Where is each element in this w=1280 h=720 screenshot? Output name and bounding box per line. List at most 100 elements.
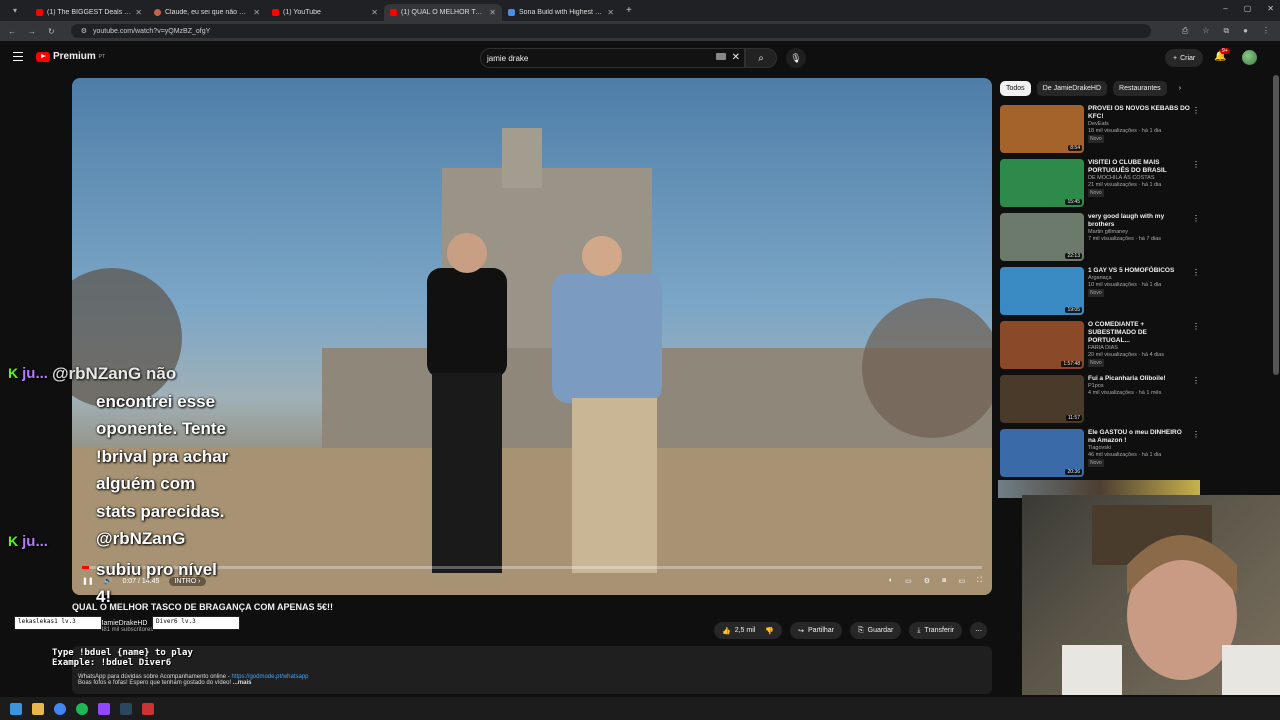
recommendation-item[interactable]: 11:57 Fui a Picanharia Oliboile! P1pos 4 mi… xyxy=(1000,375,1200,427)
close-tab-icon[interactable]: ✕ xyxy=(253,8,260,17)
search-button[interactable]: ⌕ xyxy=(745,48,777,68)
more-options-icon[interactable]: ⋮ xyxy=(1192,107,1200,115)
reload-icon[interactable]: ↻ xyxy=(48,27,55,36)
browser-tab[interactable]: Sona Build with Highest Winrat ✕ xyxy=(502,4,620,21)
like-button[interactable]: 👍 2,5 mil 👎 xyxy=(714,622,783,639)
video-thumbnail[interactable]: 11:57 xyxy=(1000,375,1084,423)
browser-tab[interactable]: Claude, eu sei que não és p ✕ xyxy=(148,4,266,21)
filter-chip[interactable]: Restaurantes xyxy=(1113,81,1167,96)
close-tab-icon[interactable]: ✕ xyxy=(135,8,142,17)
subtitles-icon[interactable]: ▭ xyxy=(905,577,912,585)
show-more-link[interactable]: ...mais xyxy=(233,680,252,686)
chrome-icon[interactable] xyxy=(54,702,66,715)
app-icon[interactable] xyxy=(98,702,110,715)
new-tab-button[interactable]: + xyxy=(626,5,632,16)
recommendation-channel[interactable]: P1pos xyxy=(1088,383,1200,390)
theater-icon[interactable]: ▭ xyxy=(958,577,965,585)
video-thumbnail[interactable]: 22:13 xyxy=(1000,213,1084,261)
recommendation-channel[interactable]: Tiagovski xyxy=(1088,445,1200,452)
extensions-icon[interactable]: ⧉ xyxy=(1223,26,1229,36)
video-thumbnail[interactable]: 1:57:48 xyxy=(1000,321,1084,369)
more-options-icon[interactable]: ⋮ xyxy=(1192,431,1200,439)
more-options-icon[interactable]: ⋮ xyxy=(1192,269,1200,277)
profile-icon[interactable]: ● xyxy=(1243,26,1248,36)
spotify-icon[interactable] xyxy=(76,702,88,715)
autoplay-toggle-icon[interactable]: ◐ xyxy=(889,577,893,585)
more-actions-button[interactable]: ⋯ xyxy=(970,622,988,639)
page-scrollbar[interactable] xyxy=(1273,75,1279,375)
file-explorer-icon[interactable] xyxy=(32,702,44,715)
video-thumbnail[interactable]: 20:36 xyxy=(1000,429,1084,477)
logo-region: PT xyxy=(98,53,106,60)
windows-start-icon[interactable] xyxy=(10,702,22,715)
filter-chip[interactable]: De JamieDrakeHD xyxy=(1036,81,1108,96)
create-label: Criar xyxy=(1180,54,1196,62)
avatar[interactable] xyxy=(1242,50,1257,65)
share-button[interactable]: ↪ Partilhar xyxy=(790,622,843,639)
description-line-2: Boas fofos e fofas! Espero que tenham go… xyxy=(78,680,232,686)
settings-icon[interactable]: ⚙ xyxy=(924,577,930,585)
close-window-icon[interactable]: ✕ xyxy=(1267,4,1274,13)
recommendation-title[interactable]: O COMEDIANTE + SUBESTIMADO DE PORTUGAL..… xyxy=(1088,321,1200,345)
back-icon[interactable]: ← xyxy=(8,27,16,36)
notifications-button[interactable]: 🔔 9+ xyxy=(1214,48,1230,62)
more-options-icon[interactable]: ⋮ xyxy=(1192,377,1200,385)
recommendation-channel[interactable]: Arganaça xyxy=(1088,275,1200,282)
maximize-icon[interactable]: ▢ xyxy=(1244,4,1252,13)
video-thumbnail[interactable]: 15:45 xyxy=(1000,159,1084,207)
close-tab-icon[interactable]: ✕ xyxy=(607,8,614,17)
voice-search-button[interactable]: 🎙 xyxy=(786,48,806,68)
youtube-logo[interactable]: Premium PT xyxy=(36,51,105,62)
thumbs-down-icon[interactable]: 👎 xyxy=(765,627,774,635)
save-button[interactable]: ⎘ Guardar xyxy=(850,622,902,639)
bookmark-star-icon[interactable]: ☆ xyxy=(1202,26,1209,36)
recommendation-title[interactable]: VISITEI O CLUBE MAIS PORTUGUÊS DO BRASIL xyxy=(1088,159,1200,175)
recommendation-title[interactable]: Fui a Picanharia Oliboile! xyxy=(1088,375,1200,383)
recommendation-title[interactable]: very good laugh with my brothers xyxy=(1088,213,1200,229)
download-button[interactable]: ⤓ Transferir xyxy=(909,622,963,639)
recommendation-meta: 18 mil visualizações · há 1 dia xyxy=(1088,128,1162,134)
description-box[interactable]: WhatsApp para dúvidas sobre Acompanhamen… xyxy=(72,646,992,694)
site-info-icon[interactable]: ⚙ xyxy=(81,27,87,35)
recommendation-channel[interactable]: DE MOCHILA ÀS COSTAS xyxy=(1088,175,1200,182)
forward-icon[interactable]: → xyxy=(28,27,36,36)
minimize-icon[interactable]: – xyxy=(1223,4,1227,13)
video-thumbnail[interactable]: 19:05 xyxy=(1000,267,1084,315)
chips-next-icon[interactable]: › xyxy=(1179,85,1181,92)
obs-icon[interactable] xyxy=(142,702,154,715)
menu-icon[interactable] xyxy=(13,52,23,61)
more-options-icon[interactable]: ⋮ xyxy=(1192,161,1200,169)
url-field[interactable]: ⚙ youtube.com/watch?v=yQMzBZ_ofgY xyxy=(70,24,1151,38)
tab-search-icon[interactable]: ▾ xyxy=(0,6,30,15)
recommendation-title[interactable]: PROVEI OS NOVOS KEBABS DO KFC! xyxy=(1088,105,1200,121)
recommendation-channel[interactable]: FARIA DIAS xyxy=(1088,345,1200,352)
miniplayer-icon[interactable]: ⧈ xyxy=(942,577,946,585)
recommendation-item[interactable]: 15:45 VISITEI O CLUBE MAIS PORTUGUÊS DO B… xyxy=(1000,159,1200,211)
browser-tab[interactable]: (1) The BIGGEST Deals in Steam ✕ xyxy=(30,4,148,21)
video-thumbnail[interactable]: 8:54 xyxy=(1000,105,1084,153)
recommendation-item[interactable]: 19:05 1 GAY VS 5 HOMOFÓBICOS Arganaça 10 mi… xyxy=(1000,267,1200,319)
recommendation-channel[interactable]: DevEats xyxy=(1088,121,1200,128)
recommendation-title[interactable]: Ele GASTOU o meu DINHEIRO na Amazon ! xyxy=(1088,429,1200,445)
recommendation-item[interactable]: 20:36 Ele GASTOU o meu DINHEIRO na Amazon… xyxy=(1000,429,1200,481)
close-tab-icon[interactable]: ✕ xyxy=(371,8,378,17)
create-button[interactable]: + Criar xyxy=(1165,49,1204,67)
recommendation-item[interactable]: 1:57:48 O COMEDIANTE + SUBESTIMADO DE POR… xyxy=(1000,321,1200,373)
recommendation-item[interactable]: 22:13 very good laugh with my brothers Mar… xyxy=(1000,213,1200,265)
recommendation-title[interactable]: 1 GAY VS 5 HOMOFÓBICOS xyxy=(1088,267,1200,275)
browser-menu-icon[interactable]: ⋮ xyxy=(1262,26,1270,36)
browser-tab[interactable]: (1) QUAL O MELHOR TASCO ✕ xyxy=(384,4,502,21)
steam-icon[interactable] xyxy=(120,702,132,715)
more-options-icon[interactable]: ⋮ xyxy=(1192,323,1200,331)
fullscreen-icon[interactable]: ⛶ xyxy=(977,577,982,585)
close-tab-icon[interactable]: ✕ xyxy=(489,8,496,17)
clear-search-icon[interactable]: ✕ xyxy=(732,52,740,63)
more-options-icon[interactable]: ⋮ xyxy=(1192,215,1200,223)
recommendation-channel[interactable]: Martin gillmaney xyxy=(1088,229,1200,236)
browser-tab[interactable]: (1) YouTube ✕ xyxy=(266,4,384,21)
filter-chip[interactable]: Todos xyxy=(1000,81,1031,96)
recommendation-item[interactable]: 8:54 PROVEI OS NOVOS KEBABS DO KFC! DevEat… xyxy=(1000,105,1200,157)
install-icon[interactable]: ⎙ xyxy=(1182,26,1188,36)
keyboard-icon[interactable] xyxy=(716,53,726,60)
search-input[interactable]: jamie drake ✕ xyxy=(480,48,745,68)
